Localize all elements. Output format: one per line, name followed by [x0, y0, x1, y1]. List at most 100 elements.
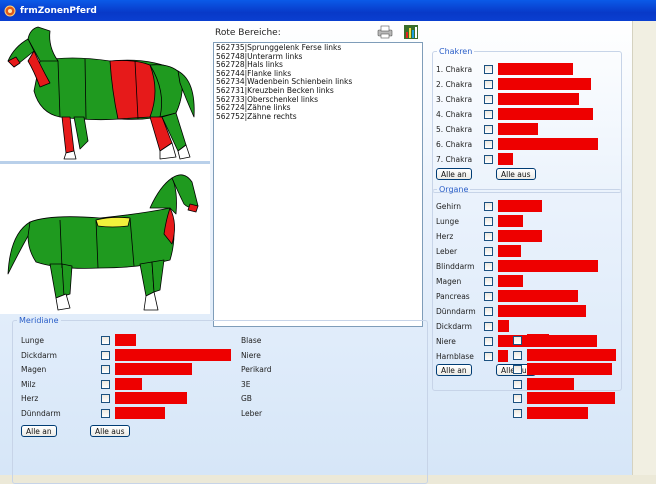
organ-row: Magen	[436, 275, 623, 289]
meridian-right-checkbox[interactable]	[513, 350, 522, 360]
chakra-label: 1. Chakra	[436, 65, 473, 74]
organ-label: Pancreas	[436, 292, 470, 301]
organ-checkbox[interactable]	[484, 217, 493, 226]
chakra-checkbox[interactable]	[484, 155, 493, 164]
chakren-alle-an-button[interactable]: Alle an	[436, 168, 472, 180]
meridian-left-label: Dünndarm	[21, 408, 61, 418]
chakra-row: 1. Chakra	[436, 63, 623, 77]
meridian-right-row: Blase	[241, 334, 621, 348]
chakra-checkbox[interactable]	[484, 140, 493, 149]
meridiane-alle-aus-button[interactable]: Alle aus	[90, 425, 130, 437]
meridian-right-checkbox[interactable]	[513, 379, 522, 389]
horse-diagram-left[interactable]	[0, 21, 210, 161]
meridian-right-level-bar	[527, 348, 616, 361]
meridian-left-checkbox[interactable]	[101, 350, 110, 360]
organ-checkbox[interactable]	[484, 247, 493, 256]
organ-checkbox[interactable]	[484, 322, 493, 331]
organ-label: Leber	[436, 247, 458, 256]
chakra-level-bar	[498, 78, 591, 90]
chakra-checkbox[interactable]	[484, 65, 493, 74]
right-border	[632, 21, 656, 475]
meridian-right-label: Perikard	[241, 365, 272, 374]
organ-label: Gehirn	[436, 202, 461, 211]
organ-level-bar	[498, 305, 586, 317]
rote-bereiche-label: Rote Bereiche:	[215, 28, 281, 38]
organ-checkbox[interactable]	[484, 232, 493, 241]
chakra-label: 2. Chakra	[436, 80, 473, 89]
window-title: frmZonenPferd	[20, 5, 97, 16]
meridian-left-checkbox[interactable]	[101, 336, 110, 345]
meridian-right-row: Leber	[241, 406, 621, 421]
meridian-right-checkbox[interactable]	[513, 336, 522, 345]
meridian-right-level-bar	[527, 392, 615, 404]
chakra-row: 4. Chakra	[436, 108, 623, 122]
meridian-left-label: Lunge	[21, 336, 44, 345]
chakra-checkbox[interactable]	[484, 110, 493, 119]
meridian-left-label: Milz	[21, 379, 36, 389]
chakra-level-bar	[498, 153, 513, 165]
meridian-left-checkbox[interactable]	[101, 408, 110, 418]
horse-right-image	[7, 174, 199, 311]
organ-row: Blinddarm	[436, 260, 623, 274]
meridian-left-checkbox[interactable]	[101, 365, 110, 374]
organ-level-bar	[498, 320, 509, 332]
organ-label: Dickdarm	[436, 322, 472, 331]
chart-icon[interactable]	[403, 24, 419, 40]
chakra-checkbox[interactable]	[484, 80, 493, 89]
chakren-alle-aus-button[interactable]: Alle aus	[496, 168, 536, 180]
meridian-right-label: Leber	[241, 408, 263, 418]
chakra-label: 4. Chakra	[436, 110, 473, 119]
chakra-level-bar	[498, 138, 598, 150]
chakra-row: 2. Chakra	[436, 78, 623, 92]
meridian-left-row: Lunge	[21, 334, 231, 348]
organ-checkbox[interactable]	[484, 307, 493, 316]
meridian-left-checkbox[interactable]	[101, 394, 110, 403]
meridian-right-level-bar	[527, 363, 612, 375]
organ-label: Dünndarm	[436, 307, 476, 316]
rote-list-item[interactable]: 562752|Zähne rechts	[216, 112, 420, 122]
meridian-left-row: Magen	[21, 363, 231, 377]
organ-level-bar	[498, 260, 598, 272]
meridian-right-checkbox[interactable]	[513, 408, 522, 418]
app-window: frmZonenPferd Rote Bereiche: 562735|Spru…	[0, 0, 656, 484]
meridian-right-label: 3E	[241, 379, 251, 389]
meridian-right-checkbox[interactable]	[513, 365, 522, 374]
chakra-label: 3. Chakra	[436, 95, 473, 104]
chakra-level-bar	[498, 108, 593, 120]
meridian-left-row: Herz	[21, 392, 231, 406]
chakra-label: 6. Chakra	[436, 140, 473, 149]
meridian-left-level-bar	[115, 334, 136, 346]
meridian-left-level-bar	[115, 348, 231, 361]
rote-bereiche-list[interactable]: 562735|Sprunggelenk Ferse links 562748|Un…	[213, 42, 423, 327]
meridian-right-label: GB	[241, 394, 252, 403]
meridian-right-row: 3E	[241, 377, 621, 392]
meridian-left-label: Magen	[21, 365, 47, 374]
meridian-left-level-bar	[115, 363, 192, 375]
title-bar[interactable]: frmZonenPferd	[0, 0, 656, 21]
chakra-checkbox[interactable]	[484, 95, 493, 104]
chakra-row: 6. Chakra	[436, 138, 623, 152]
meridian-left-checkbox[interactable]	[101, 379, 110, 389]
meridian-left-level-bar	[115, 392, 187, 404]
client-area: Rote Bereiche: 562735|Sprunggelenk Ferse…	[0, 21, 632, 484]
meridiane-alle-an-button[interactable]: Alle an	[21, 425, 57, 437]
meridian-right-checkbox[interactable]	[513, 394, 522, 403]
organ-checkbox[interactable]	[484, 277, 493, 286]
meridiane-title: Meridiane	[19, 316, 59, 325]
organ-level-bar	[498, 245, 521, 257]
app-icon	[4, 5, 16, 16]
meridian-right-row: Niere	[241, 348, 621, 363]
chakra-level-bar	[498, 123, 538, 135]
organ-row: Dünndarm	[436, 305, 623, 319]
organ-level-bar	[498, 230, 542, 242]
organ-checkbox[interactable]	[484, 292, 493, 301]
horse-diagram-right[interactable]	[0, 164, 210, 314]
meridian-left-label: Herz	[21, 394, 39, 403]
chakra-checkbox[interactable]	[484, 125, 493, 134]
organ-checkbox[interactable]	[484, 202, 493, 211]
organ-label: Herz	[436, 232, 454, 241]
chakra-level-bar	[498, 93, 579, 105]
meridian-right-row: Perikard	[241, 363, 621, 377]
organ-checkbox[interactable]	[484, 262, 493, 271]
print-icon[interactable]	[377, 25, 393, 39]
